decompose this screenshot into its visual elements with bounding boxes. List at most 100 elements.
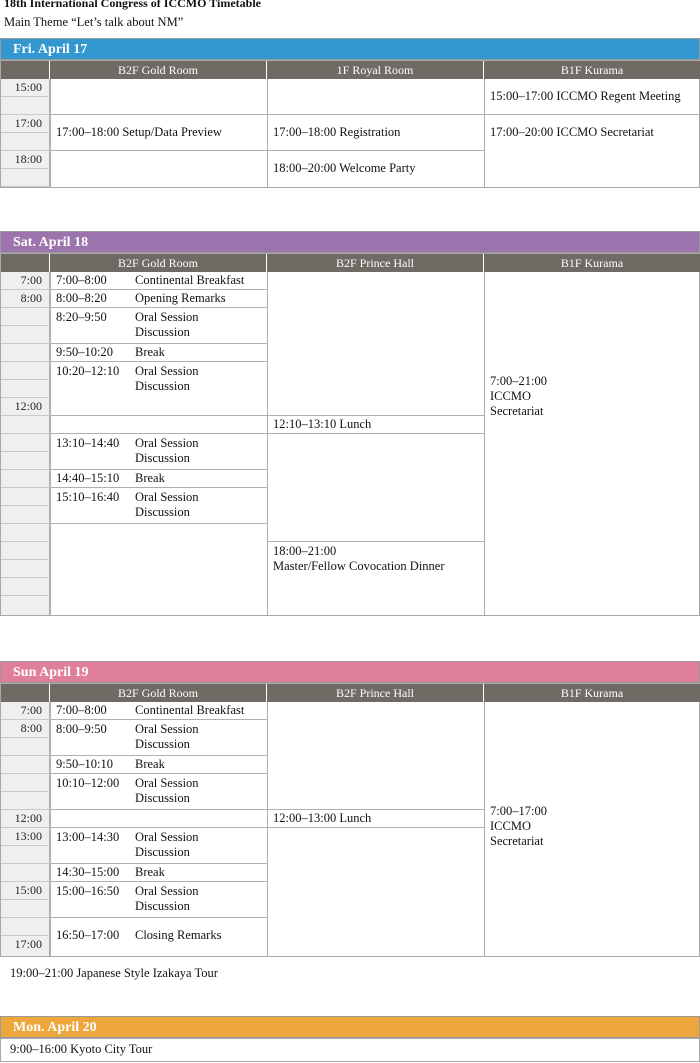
prince-empty	[267, 434, 484, 542]
event-cell: 8:00–9:50 Oral Session Discussion	[50, 720, 267, 756]
time-slot	[1, 326, 50, 344]
day-header-sat: Sat. April 18	[0, 231, 700, 253]
event-text: 18:00–20:00 Welcome Party	[273, 161, 416, 175]
time-slot	[1, 596, 50, 615]
time-slot	[1, 470, 50, 488]
event-cell: 8:00–8:20 Opening Remarks	[50, 290, 267, 308]
event-time: 8:00–9:50	[56, 722, 107, 736]
time-slot	[1, 524, 50, 542]
time-slot	[1, 542, 50, 560]
event-cell: 18:00–20:00 Welcome Party	[267, 151, 484, 187]
gold-empty	[50, 416, 267, 434]
event-time: 14:30–15:00	[56, 865, 120, 879]
day-header-mon: Mon. April 20	[0, 1016, 700, 1038]
event-title: Oral Session	[135, 776, 199, 790]
time-slot	[1, 774, 50, 792]
time-label: 7:00	[1, 702, 50, 720]
day-header-fri: Fri. April 17	[0, 38, 700, 60]
event-sub: Discussion	[135, 791, 190, 805]
room-header: B1F Kurama	[484, 61, 700, 79]
event-time: 13:00–14:30	[56, 830, 120, 844]
room-header: B1F Kurama	[484, 684, 700, 702]
time-slot	[1, 344, 50, 362]
event-time: 8:20–9:50	[56, 310, 107, 324]
time-slot	[1, 560, 50, 578]
time-slot	[1, 452, 50, 470]
time-slot	[1, 578, 50, 596]
event-title: Oral Session	[135, 722, 199, 736]
event-time: 7:00–8:00	[56, 703, 107, 717]
event-time: 18:00–21:00	[273, 544, 337, 558]
friday-grid: B2F Gold Room 1F Royal Room B1F Kurama 1…	[0, 60, 700, 188]
gold-empty	[50, 524, 267, 615]
saturday-grid: B2F Gold Room B2F Prince Hall B1F Kurama…	[0, 253, 700, 616]
time-col-header	[1, 61, 50, 79]
time-slot	[1, 846, 50, 864]
gold-empty	[50, 151, 267, 187]
time-slot	[1, 900, 50, 918]
time-slot	[1, 416, 50, 434]
saturday-section: Sat. April 18 B2F Gold Room B2F Prince H…	[0, 231, 700, 616]
event-sub: Discussion	[135, 379, 190, 393]
time-label: 15:00	[1, 79, 50, 97]
time-label: 15:00	[1, 882, 50, 900]
event-cell: 18:00–21:00 Master/Fellow Covocation Din…	[267, 542, 484, 615]
gold-empty	[50, 79, 267, 115]
time-slot	[1, 97, 50, 115]
event-cell: 9:50–10:10 Break	[50, 756, 267, 774]
event-text: 17:00–18:00 Setup/Data Preview	[56, 125, 222, 139]
event-cell: 17:00–18:00 Registration	[267, 115, 484, 151]
time-slot	[1, 864, 50, 882]
time-label: 8:00	[1, 290, 50, 308]
monday-section: Mon. April 20 9:00–16:00 Kyoto City Tour	[0, 1016, 700, 1063]
event-sub: Discussion	[135, 325, 190, 339]
time-slot	[1, 169, 50, 187]
room-header: B2F Prince Hall	[267, 684, 484, 702]
time-slot	[1, 506, 50, 524]
time-label: 8:00	[1, 720, 50, 738]
event-cell: 7:00–17:00 ICCMO Secretariat	[484, 702, 699, 956]
event-cell: 15:00–16:50 Oral Session Discussion	[50, 882, 267, 918]
event-text: 12:10–13:10 Lunch	[273, 417, 372, 431]
time-slot	[1, 362, 50, 380]
event-cell: 15:00–17:00 ICCMO Regent Meeting	[484, 79, 699, 115]
event-title: Oral Session	[135, 436, 199, 450]
prince-empty	[267, 828, 484, 956]
time-label: 17:00	[1, 115, 50, 133]
event-title: Break	[135, 865, 165, 879]
event-cell: 13:00–14:30 Oral Session Discussion	[50, 828, 267, 864]
event-title: ICCMO	[490, 389, 531, 403]
event-sub: Discussion	[135, 737, 190, 751]
time-slot	[1, 918, 50, 936]
event-title: Oral Session	[135, 364, 199, 378]
room-header: B2F Gold Room	[50, 61, 267, 79]
sunday-section: Sun April 19 B2F Gold Room B2F Prince Ha…	[0, 661, 700, 957]
time-slot	[1, 434, 50, 452]
event-title: Opening Remarks	[135, 291, 226, 305]
event-cell: 13:10–14:40 Oral Session Discussion	[50, 434, 267, 470]
event-title: Master/Fellow Covocation Dinner	[273, 559, 445, 573]
event-time: 9:50–10:20	[56, 345, 113, 359]
room-header: B2F Gold Room	[50, 254, 267, 272]
event-title: Continental Breakfast	[135, 273, 245, 287]
monday-grid: 9:00–16:00 Kyoto City Tour	[0, 1038, 700, 1062]
event-time: 8:00–8:20	[56, 291, 107, 305]
event-cell: 16:50–17:00 Closing Remarks	[50, 918, 267, 956]
time-slot	[1, 738, 50, 756]
time-label: 12:00	[1, 810, 50, 828]
event-sub: Discussion	[135, 451, 190, 465]
room-header: B1F Kurama	[484, 254, 700, 272]
time-label: 7:00	[1, 272, 50, 290]
time-col-header	[1, 254, 50, 272]
time-label: 17:00	[1, 936, 50, 956]
page-title: 18th International Congress of ICCMO Tim…	[4, 0, 262, 10]
event-title: Continental Breakfast	[135, 703, 245, 717]
event-title: Break	[135, 757, 165, 771]
main-theme: Main Theme “Let’s talk about NM”	[4, 15, 184, 29]
event-cell: 17:00–18:00 Setup/Data Preview	[50, 115, 267, 151]
event-time: 7:00–8:00	[56, 273, 107, 287]
day-header-sun: Sun April 19	[0, 661, 700, 683]
event-text: 17:00–18:00 Registration	[273, 125, 401, 139]
time-slot	[1, 380, 50, 398]
event-text: 12:00–13:00 Lunch	[273, 811, 372, 825]
